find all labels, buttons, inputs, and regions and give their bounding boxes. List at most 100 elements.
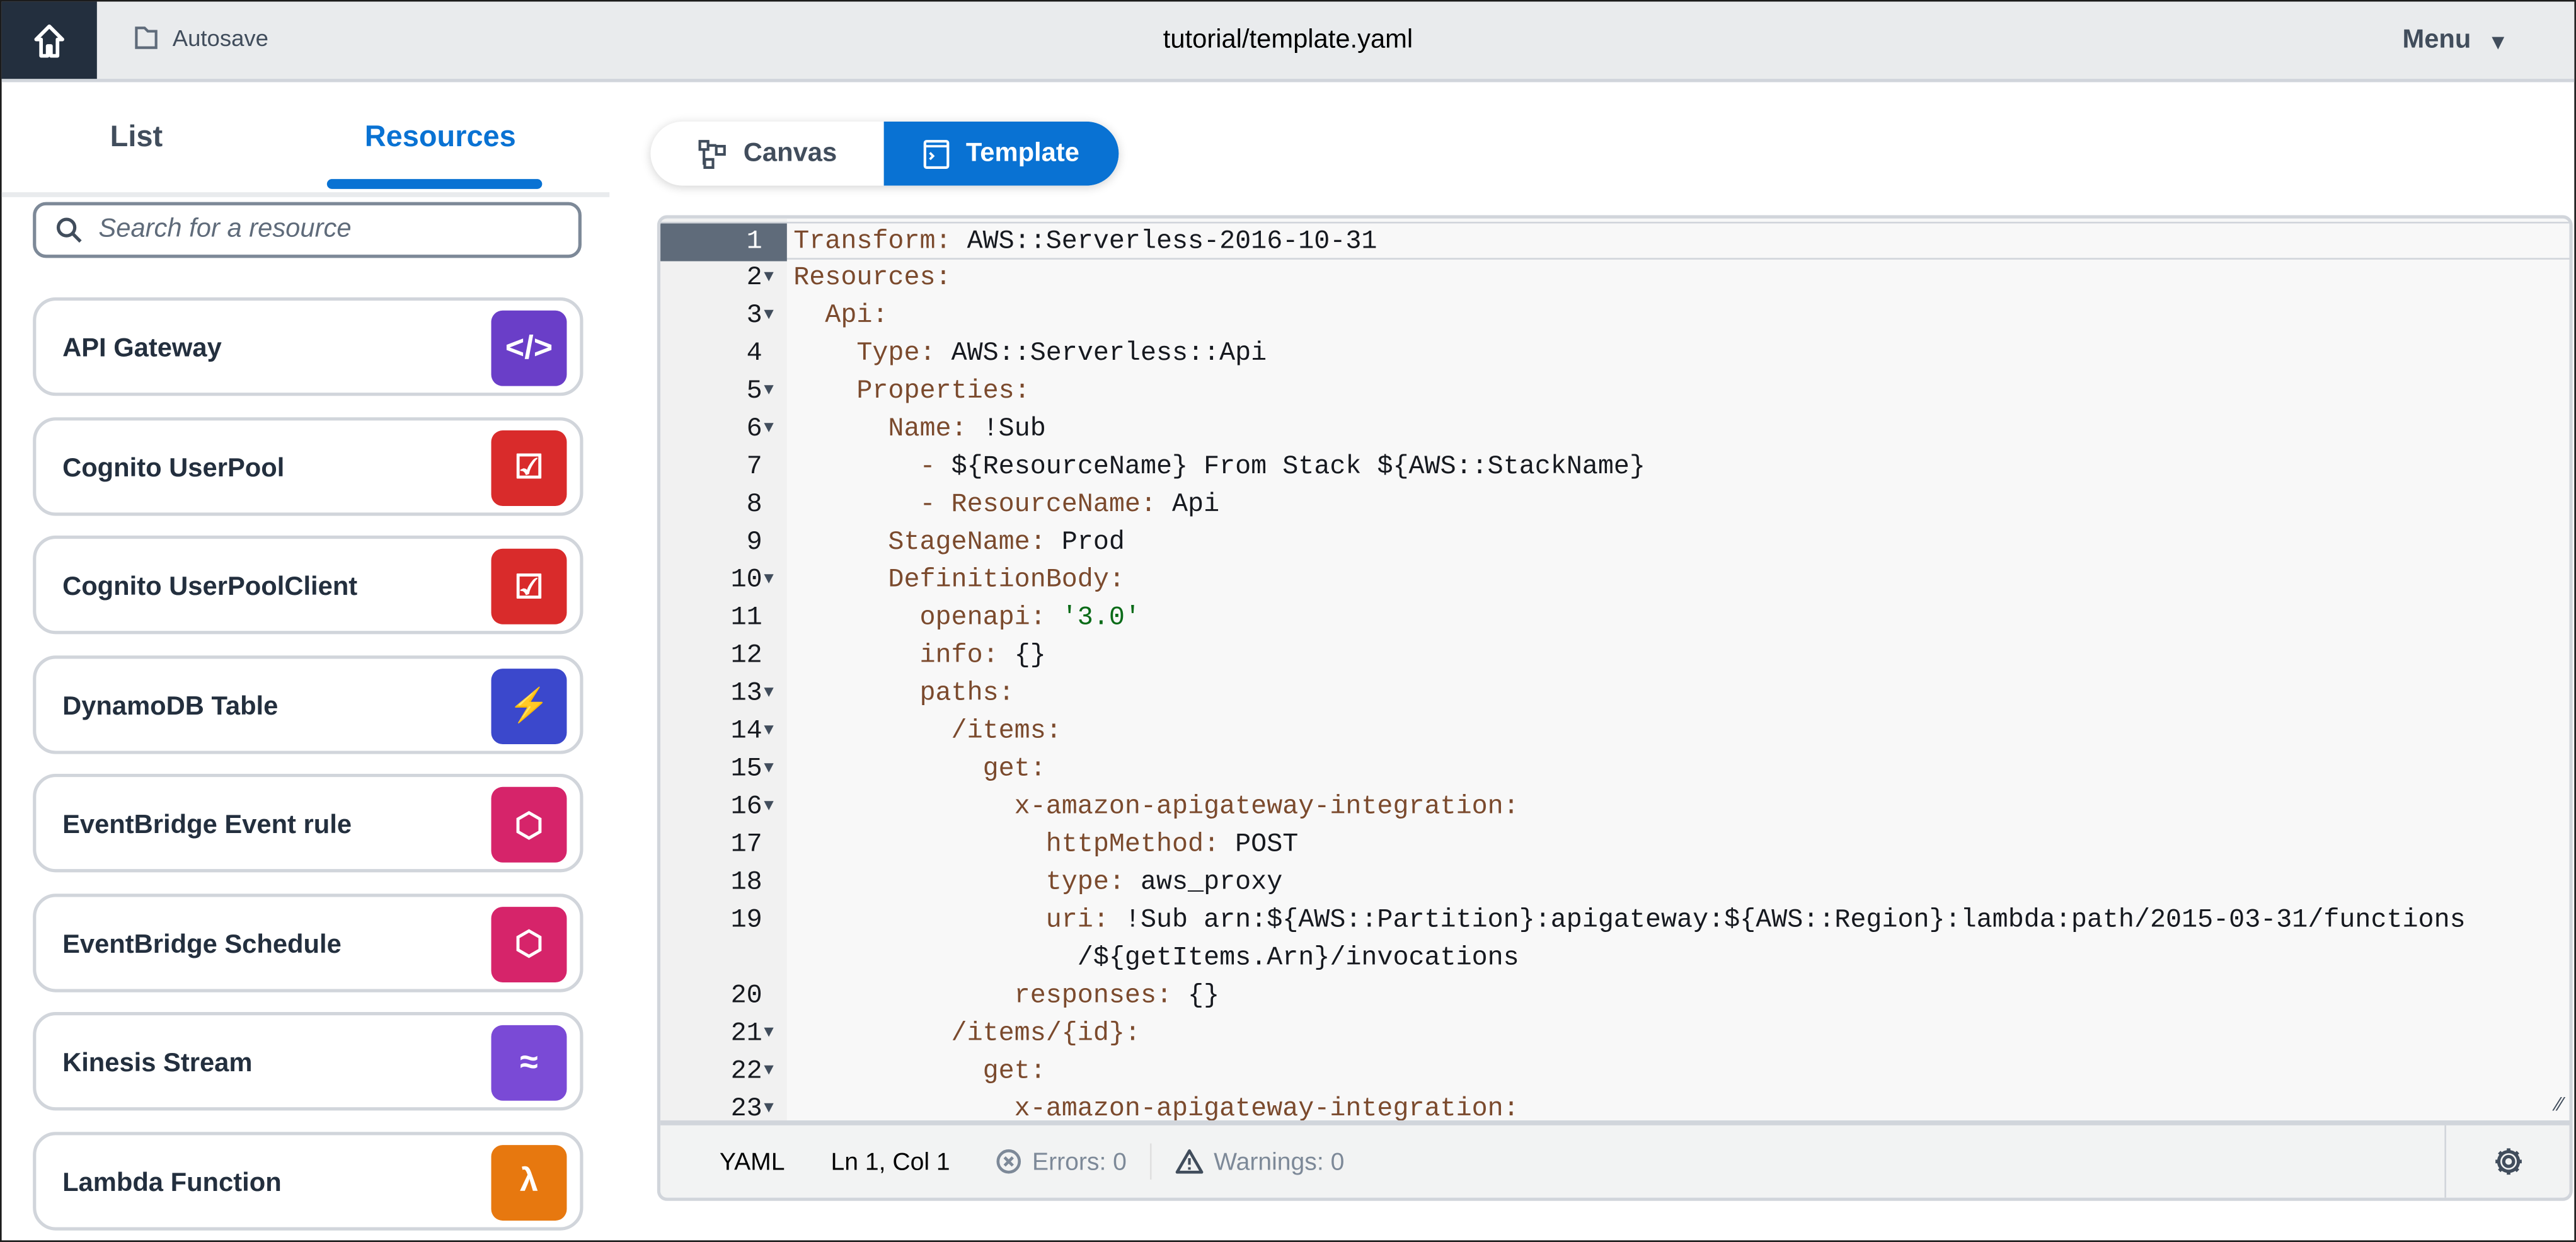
code-line[interactable]: 8 - ResourceName: Api [660,486,2569,524]
menu-button[interactable]: Menu ▼ [2402,26,2509,56]
code-line[interactable]: 14 ▼ /items: [660,713,2569,750]
resize-handle-icon[interactable]: ∕∕ [2556,1093,2563,1115]
code-line[interactable]: 21 ▼ /items/{id}: [660,1015,2569,1053]
canvas-icon [698,139,725,168]
code-token: aws_proxy [1124,867,1283,897]
top-bar: Autosave tutorial/template.yaml Menu ▼ [1,1,2575,83]
line-number: 14 [730,716,762,746]
errors-indicator[interactable]: Errors: 0 [996,1147,1127,1175]
tab-list[interactable]: List [110,120,163,154]
code-line[interactable]: 12 info: {} [660,638,2569,676]
fold-arrow-icon[interactable]: ▼ [764,260,774,297]
cognito-icon: ☑ [491,548,567,624]
code-line[interactable]: 20 responses: {} [660,977,2569,1015]
code-token: AWS::Serverless::Api [935,338,1267,368]
code-line[interactable]: 10 ▼ DefinitionBody: [660,562,2569,600]
resource-item-label: Kinesis Stream [62,1049,253,1078]
resource-item[interactable]: EventBridge Event rule ⬡ [33,773,584,873]
resource-item[interactable]: Cognito UserPoolClient ☑ [33,535,584,635]
line-number: 3 [746,301,762,331]
code-line[interactable]: 11 openapi: '3.0' [660,600,2569,638]
fold-arrow-icon[interactable]: ▼ [764,750,774,788]
code-line[interactable]: 4 Type: AWS::Serverless::Api [660,335,2569,373]
fold-arrow-icon[interactable]: ▼ [764,676,774,713]
line-number: 2 [746,263,762,293]
error-circle-icon [997,1149,1021,1174]
template-button[interactable]: Template [883,121,1119,186]
code-token: Name: [888,413,967,444]
code-line[interactable]: /${getItems.Arn}/invocations [660,940,2569,977]
caret-down-icon: ▼ [2487,28,2509,54]
code-editor[interactable]: 1 Transform: AWS::Serverless-2016-10-31 2 ▼… [657,215,2573,1201]
code-text: StageName: Prod [793,524,1125,562]
search-icon [56,217,82,243]
fold-arrow-icon[interactable]: ▼ [764,411,774,449]
editor-settings-button[interactable] [2444,1125,2569,1198]
api-gateway-icon: </> [491,310,567,386]
code-line[interactable]: 7 - ${ResourceName} From Stack ${AWS::St… [660,449,2569,486]
code-line[interactable]: 13 ▼ paths: [660,676,2569,713]
resource-item-label: Cognito UserPool [62,454,285,483]
code-line[interactable]: 15 ▼ get: [660,750,2569,788]
canvas-button[interactable]: Canvas [650,122,883,186]
resource-item[interactable]: Kinesis Stream ≈ [33,1011,584,1111]
code-line[interactable]: 22 ▼ get: [660,1053,2569,1091]
code-token: - [919,451,936,481]
line-number: 19 [730,905,762,935]
resource-item-label: DynamoDB Table [62,692,279,721]
code-token: DefinitionBody: [888,565,1125,595]
code-text: Api: [793,297,888,335]
code-line[interactable]: 3 ▼ Api: [660,297,2569,335]
tab-resources[interactable]: Resources [365,120,516,154]
line-number: 13 [730,678,762,708]
code-token: '3.0' [1045,602,1141,633]
code-token: Api: [825,301,888,331]
resource-item[interactable]: DynamoDB Table ⚡ [33,654,584,754]
code-line[interactable]: 18 type: aws_proxy [660,864,2569,902]
code-line[interactable]: 16 ▼ x-amazon-apigateway-integration: [660,788,2569,826]
dynamodb-icon: ⚡ [491,667,567,744]
app-window: Autosave tutorial/template.yaml Menu ▼ L… [0,0,2576,1242]
code-line[interactable]: 9 StageName: Prod [660,524,2569,562]
code-text: uri: !Sub arn:${AWS::Partition}:apigatew… [793,902,2466,940]
code-content[interactable]: 1 Transform: AWS::Serverless-2016-10-31 2 ▼… [660,221,2570,1129]
warnings-count: Warnings: 0 [1214,1147,1345,1176]
resource-search-input[interactable]: Search for a resource [33,202,582,258]
fold-arrow-icon[interactable]: ▼ [764,297,774,335]
resource-item[interactable]: Lambda Function λ [33,1130,584,1230]
fold-arrow-icon[interactable]: ▼ [764,1015,774,1053]
line-number: 15 [730,754,762,784]
code-line[interactable]: 1 Transform: AWS::Serverless-2016-10-31 [660,221,2570,262]
code-token: httpMethod: [1045,829,1220,860]
resource-item[interactable]: API Gateway </> [33,297,584,396]
code-line[interactable]: 17 httpMethod: POST [660,826,2569,864]
fold-arrow-icon[interactable]: ▼ [764,1053,774,1091]
code-text: paths: [793,676,1014,713]
fold-arrow-icon[interactable]: ▼ [764,788,774,826]
code-line[interactable]: 5 ▼ Properties: [660,373,2569,411]
canvas-label: Canvas [743,139,837,167]
code-line[interactable]: 6 ▼ Name: !Sub [660,411,2569,449]
code-text: info: {} [793,638,1045,676]
code-line[interactable]: 19 uri: !Sub arn:${AWS::Partition}:apiga… [660,902,2569,940]
resource-item[interactable]: Cognito UserPool ☑ [33,416,584,515]
warnings-indicator[interactable]: Warnings: 0 [1175,1147,1345,1176]
code-token: get: [982,754,1046,784]
fold-arrow-icon[interactable]: ▼ [764,373,774,411]
code-text: get: [793,750,1046,788]
code-line[interactable]: 2 ▼ Resources: [660,260,2569,297]
line-number: 4 [746,338,762,368]
search-placeholder: Search for a resource [98,215,352,243]
resource-item[interactable]: EventBridge Schedule ⬡ [33,892,584,992]
fold-arrow-icon[interactable]: ▼ [764,713,774,750]
resource-item-label: API Gateway [62,335,222,364]
view-toggle: Canvas Template [650,121,1119,186]
fold-arrow-icon[interactable]: ▼ [764,562,774,600]
code-text: DefinitionBody: [793,562,1125,600]
